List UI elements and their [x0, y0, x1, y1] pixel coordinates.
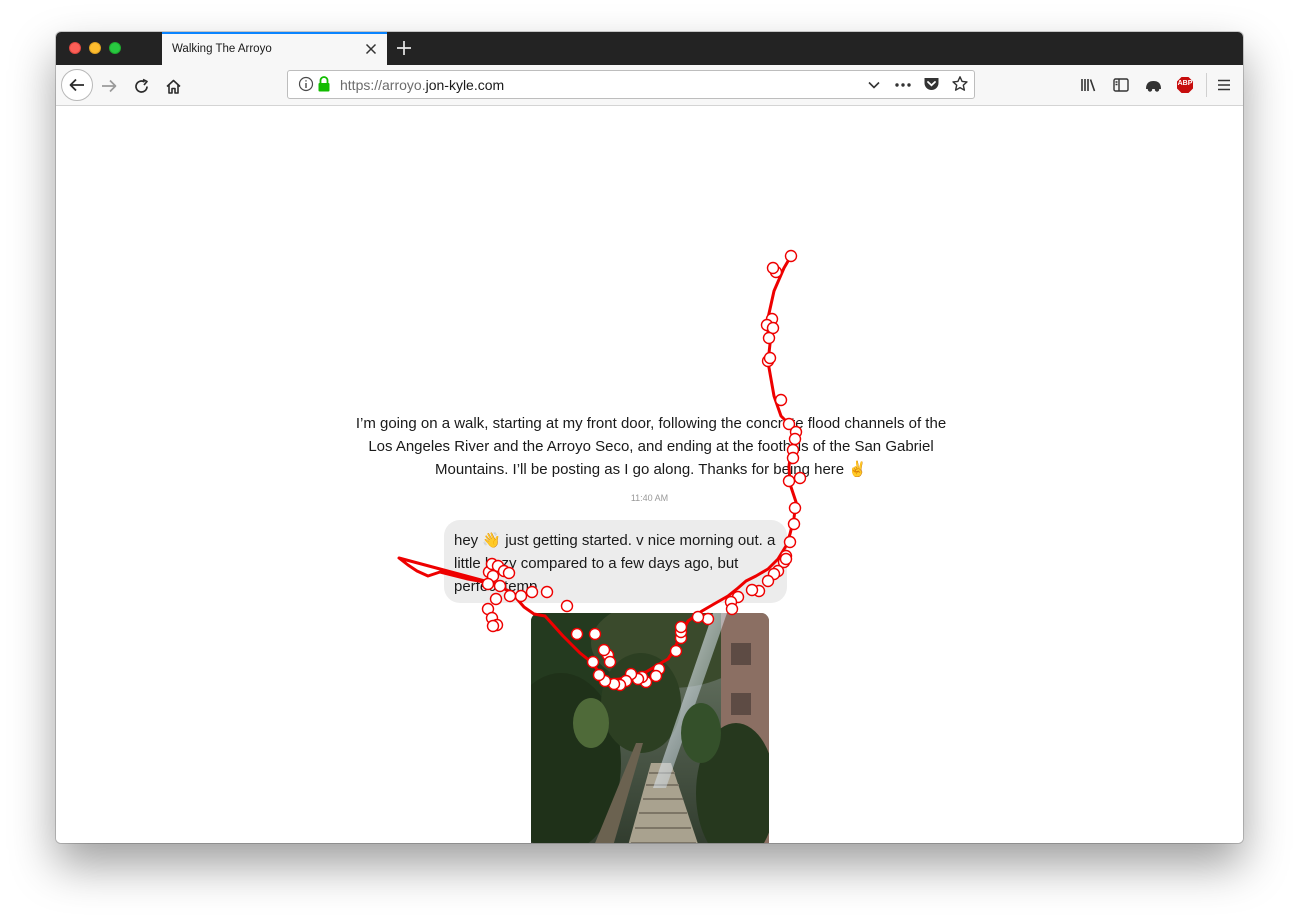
adblock-label: ABP: [1177, 80, 1193, 87]
route-point-marker[interactable]: [766, 261, 780, 275]
reload-button[interactable]: [130, 75, 152, 97]
route-point-marker[interactable]: [760, 318, 774, 332]
dropdown-icon[interactable]: [867, 78, 881, 92]
lock-icon[interactable]: [317, 75, 331, 93]
route-point-marker[interactable]: [481, 602, 495, 616]
route-point-marker[interactable]: [762, 331, 776, 345]
forward-button[interactable]: [98, 75, 120, 97]
close-tab-icon[interactable]: [363, 41, 379, 57]
walk-photo[interactable]: [531, 613, 769, 843]
url-host: jon-kyle.com: [425, 77, 505, 93]
reload-icon: [134, 78, 148, 93]
bookmark-star-icon[interactable]: [951, 75, 969, 93]
back-icon: [69, 78, 84, 92]
url-text[interactable]: https://arroyo.jon-kyle.com: [340, 77, 504, 93]
close-window-button[interactable]: [69, 42, 81, 54]
route-point-marker[interactable]: [490, 618, 504, 632]
zoom-window-button[interactable]: [109, 42, 121, 54]
route-point-marker[interactable]: [763, 351, 777, 365]
tab-title: Walking The Arroyo: [172, 43, 272, 55]
route-point-marker[interactable]: [784, 249, 798, 263]
library-icon[interactable]: [1080, 76, 1098, 94]
route-point-marker[interactable]: [787, 517, 801, 531]
adblock-button[interactable]: ABP: [1176, 76, 1194, 94]
message-timestamp: 11:40 AM: [630, 493, 669, 503]
page-actions-icon[interactable]: [894, 77, 912, 93]
toolbar-divider: [1206, 73, 1207, 97]
info-icon[interactable]: [298, 76, 314, 92]
menu-icon[interactable]: [1215, 76, 1233, 94]
new-tab-icon[interactable]: [394, 38, 414, 58]
route-point-marker[interactable]: [788, 501, 802, 515]
forward-icon: [102, 79, 117, 93]
sidebar-icon[interactable]: [1112, 76, 1130, 94]
url-prefix: https://arroyo.: [340, 77, 426, 93]
browser-window: Walking The Arroyo https://arroyo.jon-ky…: [56, 32, 1243, 843]
message-text: hey 👋 just getting started. v nice morni…: [454, 532, 776, 595]
tracking-icon[interactable]: [1144, 76, 1163, 94]
route-point-marker[interactable]: [485, 611, 499, 625]
route-point-marker[interactable]: [765, 312, 779, 326]
intro-text: I’m going on a walk, starting at my fron…: [355, 415, 947, 478]
route-point-marker[interactable]: [486, 619, 500, 633]
title-bar: Walking The Arroyo: [56, 32, 1243, 65]
minimize-window-button[interactable]: [89, 42, 101, 54]
home-button[interactable]: [162, 75, 184, 97]
message-bubble: hey 👋 just getting started. v nice morni…: [444, 520, 787, 603]
home-icon: [165, 79, 181, 94]
route-point-marker[interactable]: [766, 321, 780, 335]
page-content: I’m going on a walk, starting at my fron…: [56, 106, 1243, 843]
route-point-marker[interactable]: [761, 354, 775, 368]
stairway-photo-illustration: [531, 613, 769, 843]
back-button[interactable]: [61, 69, 93, 101]
address-bar[interactable]: https://arroyo.jon-kyle.com: [287, 70, 975, 99]
route-point-marker[interactable]: [774, 393, 788, 407]
navigation-toolbar: https://arroyo.jon-kyle.com ABP: [56, 65, 1243, 106]
pocket-icon[interactable]: [923, 76, 940, 92]
tab-walking-the-arroyo[interactable]: Walking The Arroyo: [162, 32, 387, 65]
route-point-marker[interactable]: [769, 265, 783, 279]
